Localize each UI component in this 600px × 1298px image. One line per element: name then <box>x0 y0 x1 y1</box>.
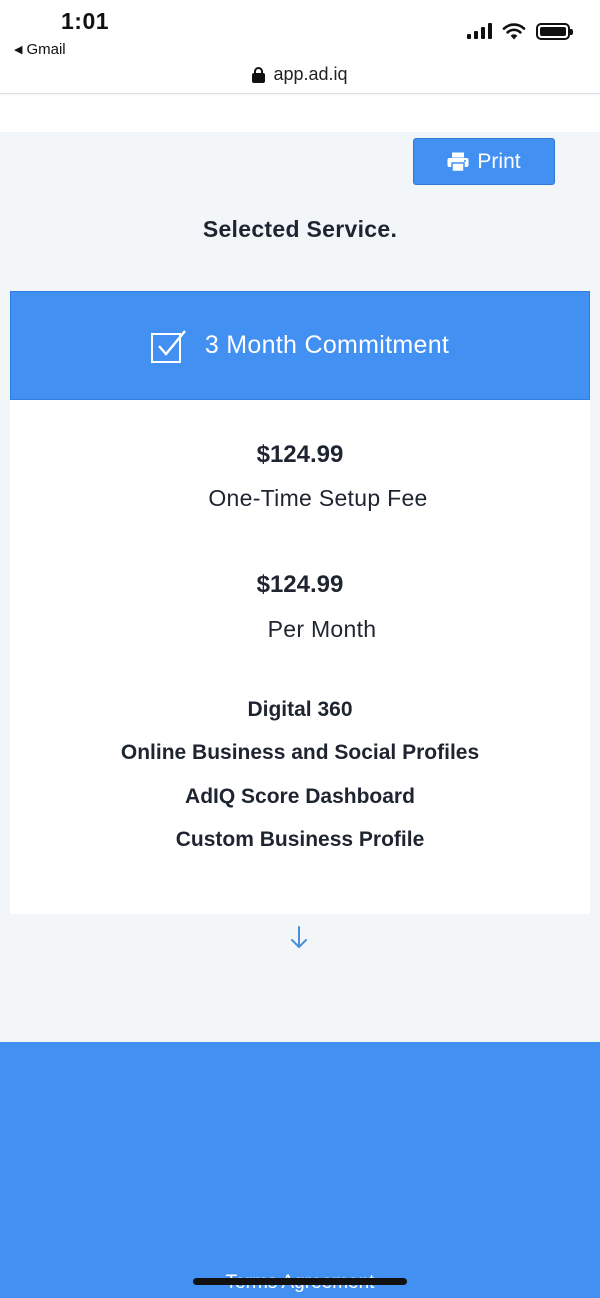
arrow-down-icon[interactable] <box>288 925 310 951</box>
printer-icon <box>447 152 469 172</box>
plan-card: 3 Month Commitment $124.99 One-Time Setu… <box>10 291 590 914</box>
print-button[interactable]: Print <box>413 138 555 185</box>
status-time: 1:01 <box>61 8 110 34</box>
feature-item: Online Business and Social Profiles <box>120 741 480 764</box>
back-app-label: Gmail <box>26 41 66 58</box>
plan-card-header: 3 Month Commitment <box>10 291 590 400</box>
page-top-band <box>0 95 600 132</box>
home-indicator[interactable] <box>193 1278 407 1285</box>
lock-icon <box>252 66 266 83</box>
monthly-price-label: Per Month <box>267 616 377 642</box>
monthly-price: $124.99 <box>256 571 344 598</box>
back-triangle-icon: ◀ <box>14 44 23 56</box>
status-bar: 1:01 ◀ Gmail <box>0 0 600 62</box>
browser-url-bar[interactable]: app.ad.iq <box>0 60 600 94</box>
wifi-icon <box>502 23 526 40</box>
page-title: Selected Service. <box>202 216 398 242</box>
status-icons <box>467 22 573 40</box>
checkbox-checked-icon <box>150 329 186 363</box>
setup-price: $124.99 <box>256 441 344 468</box>
setup-price-label: One-Time Setup Fee <box>208 485 428 511</box>
battery-icon <box>536 22 573 40</box>
feature-item: AdIQ Score Dashboard <box>185 785 415 808</box>
cellular-signal-icon <box>467 23 492 39</box>
url-text: app.ad.iq <box>273 64 348 84</box>
footer-section <box>0 1042 600 1298</box>
back-to-app-link[interactable]: ◀ Gmail <box>14 41 66 58</box>
feature-item: Custom Business Profile <box>175 828 425 851</box>
plan-name: 3 Month Commitment <box>204 331 450 359</box>
feature-item: Digital 360 <box>247 698 353 721</box>
print-button-label: Print <box>477 149 521 173</box>
